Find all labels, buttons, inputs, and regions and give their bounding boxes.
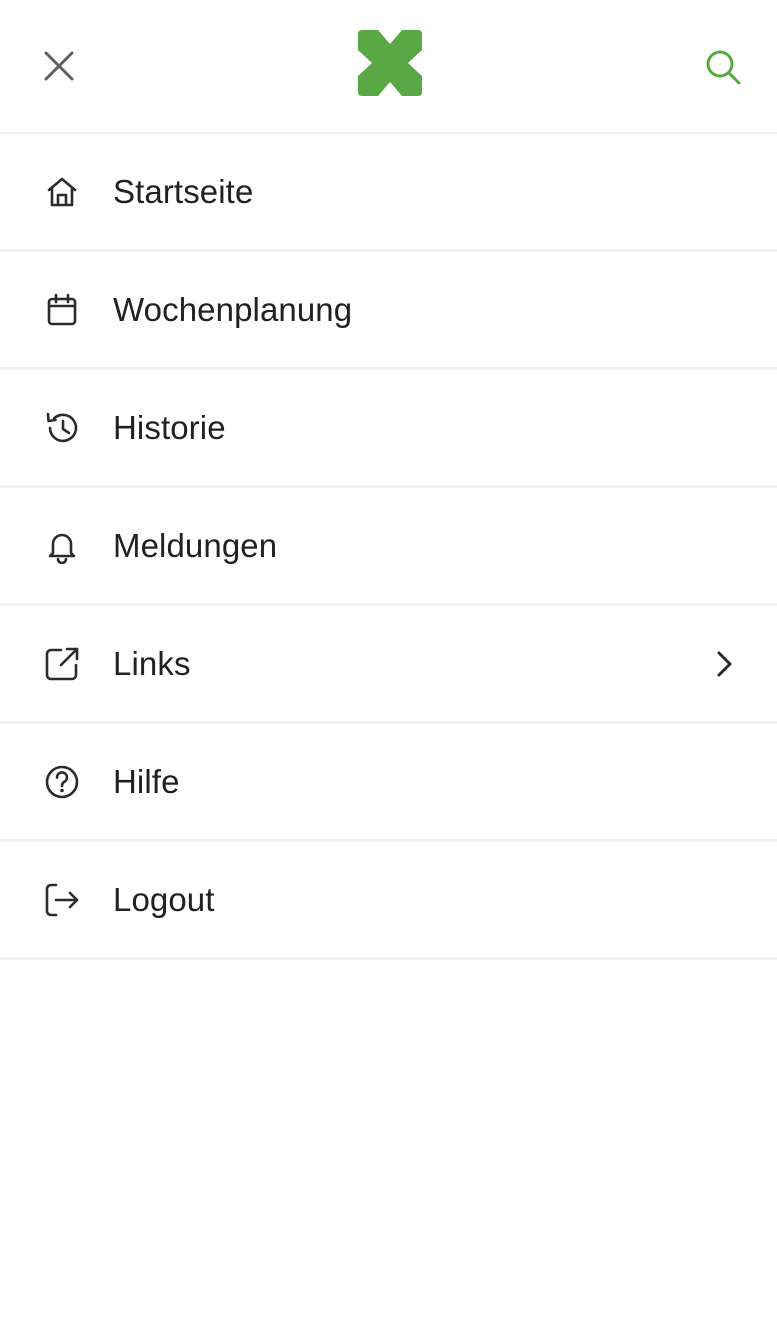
menu-item-wochenplanung[interactable]: Wochenplanung — [0, 252, 777, 370]
menu-item-hilfe[interactable]: Hilfe — [0, 724, 777, 842]
menu-item-label: Meldungen — [113, 526, 278, 564]
menu-item-label: Logout — [113, 880, 215, 918]
search-icon — [704, 48, 742, 86]
menu-item-label: Links — [113, 644, 191, 682]
brand-x-logo[interactable] — [358, 30, 422, 96]
calendar-icon — [42, 290, 82, 330]
menu-item-logout[interactable]: Logout — [0, 842, 777, 960]
app-header — [0, 0, 777, 132]
bell-icon — [42, 526, 82, 566]
menu-item-startseite[interactable]: Startseite — [0, 134, 777, 252]
menu-item-historie[interactable]: Historie — [0, 370, 777, 488]
chevron-right-icon — [708, 648, 740, 680]
menu-item-label: Hilfe — [113, 762, 180, 800]
menu-item-label: Historie — [113, 408, 226, 446]
external-link-icon — [42, 644, 82, 684]
main-menu: Startseite Wochenplanung Historie Meldun… — [0, 132, 777, 960]
logout-icon — [42, 880, 82, 920]
home-icon — [42, 172, 82, 212]
search-button[interactable] — [702, 46, 744, 88]
menu-item-label: Wochenplanung — [113, 290, 353, 328]
history-icon — [42, 408, 82, 448]
menu-item-label: Startseite — [113, 172, 254, 210]
menu-item-meldungen[interactable]: Meldungen — [0, 488, 777, 606]
menu-item-links[interactable]: Links — [0, 606, 777, 724]
help-circle-icon — [42, 762, 82, 802]
close-icon — [42, 49, 76, 83]
close-menu-button[interactable] — [39, 46, 79, 86]
